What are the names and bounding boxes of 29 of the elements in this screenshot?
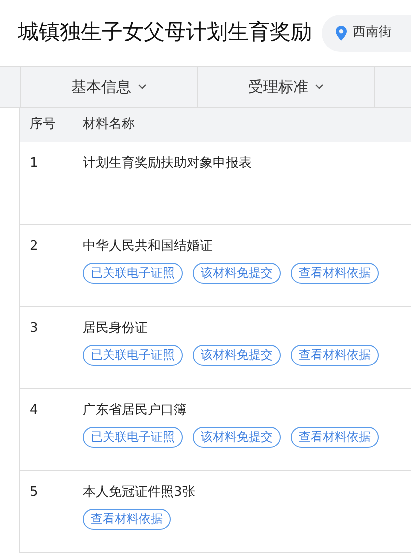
location-selector[interactable]: 西南街 (322, 14, 411, 52)
section-tab[interactable]: 基本信息 (20, 67, 197, 107)
material-name: 中华人民共和国结婚证 (83, 238, 213, 256)
material-name: 广东省居民户口簿 (83, 402, 187, 420)
material-tag[interactable]: 已关联电子证照 (83, 426, 183, 448)
material-tag[interactable]: 已关联电子证照 (83, 344, 183, 366)
row-number: 3 (29, 320, 40, 338)
chevron-down-icon (138, 84, 146, 90)
row-number: 1 (29, 155, 40, 173)
section-tab[interactable]: 受理标准 (197, 67, 374, 107)
material-name: 本人免冠证件照3张 (83, 484, 196, 502)
column-header: 序号 (29, 116, 57, 134)
row-number: 4 (29, 402, 40, 420)
material-tag[interactable]: 查看材料依据 (83, 508, 171, 530)
row-number: 2 (29, 238, 40, 256)
material-tag[interactable]: 查看材料依据 (291, 262, 379, 284)
row-number: 5 (29, 484, 40, 502)
material-tag[interactable]: 已关联电子证照 (83, 262, 183, 284)
page-title: 城镇独生子女父母计划生育奖励 (18, 19, 312, 46)
material-tag[interactable]: 该材料免提交 (193, 426, 281, 448)
chevron-down-icon (314, 84, 324, 90)
material-tag[interactable]: 查看材料依据 (291, 426, 379, 448)
location-pin-icon (336, 26, 347, 40)
material-tag[interactable]: 该材料免提交 (193, 262, 281, 284)
material-name: 居民身份证 (83, 320, 148, 338)
material-name: 计划生育奖励扶助对象申报表 (83, 154, 252, 173)
material-tag[interactable]: 该材料免提交 (193, 344, 281, 366)
column-header: 材料名称 (83, 116, 135, 134)
material-tag[interactable]: 查看材料依据 (291, 344, 379, 366)
